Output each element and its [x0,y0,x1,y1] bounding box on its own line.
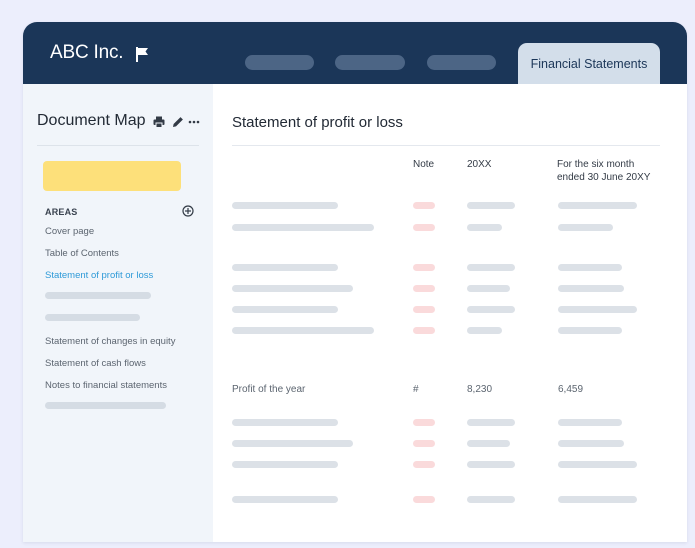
sidebar-item-table-of-contents[interactable]: Table of Contents [45,248,119,259]
profit-row-note: # [413,384,419,395]
row-label-placeholder [232,202,338,209]
row-prior-placeholder [558,264,622,271]
sidebar-item-placeholder[interactable] [45,402,166,409]
row-note-placeholder [413,306,435,313]
print-icon[interactable] [153,116,165,128]
profit-row-label: Profit of the year [232,384,306,395]
row-prior-placeholder [558,202,637,209]
row-current-placeholder [467,224,502,231]
title-divider [232,145,660,146]
row-label-placeholder [232,496,338,503]
column-header-prior-line2: ended 30 June 20XY [557,171,651,183]
sidebar-item-placeholder[interactable] [45,292,151,299]
row-current-placeholder [467,496,515,503]
row-current-placeholder [467,264,515,271]
row-prior-placeholder [558,496,637,503]
tab-placeholder-1[interactable] [245,55,314,70]
pencil-icon[interactable] [172,116,184,128]
row-label-placeholder [232,461,338,468]
statement-panel: Statement of profit or loss Note 20XX Fo… [213,84,687,542]
row-prior-placeholder [558,419,622,426]
row-note-placeholder [413,461,435,468]
row-note-placeholder [413,202,435,209]
row-prior-placeholder [558,306,637,313]
row-prior-placeholder [558,327,622,334]
document-map-sidebar: Document Map AREAS Cover page Table of C… [23,84,213,542]
row-prior-placeholder [558,224,613,231]
row-note-placeholder [413,440,435,447]
areas-heading: AREAS [45,207,78,217]
row-note-placeholder [413,224,435,231]
profit-row-current: 8,230 [467,384,493,395]
row-current-placeholder [467,327,502,334]
row-current-placeholder [467,202,515,209]
row-label-placeholder [232,440,353,447]
row-label-placeholder [232,327,374,334]
tab-placeholder-3[interactable] [427,55,496,70]
plus-circle-icon[interactable] [182,205,194,217]
row-prior-placeholder [558,440,624,447]
row-label-placeholder [232,285,353,292]
row-current-placeholder [467,285,510,292]
more-icon[interactable] [188,116,200,128]
profit-row-prior: 6,459 [558,384,584,395]
sidebar-item-changes-in-equity[interactable]: Statement of changes in equity [45,336,175,347]
column-header-prior-line1: For the six month [557,159,635,170]
row-current-placeholder [467,440,510,447]
sidebar-item-placeholder[interactable] [45,314,140,321]
row-note-placeholder [413,496,435,503]
row-label-placeholder [232,306,338,313]
column-header-note: Note [413,159,435,170]
app-header: ABC Inc. Financial Statements [23,22,687,84]
row-prior-placeholder [558,285,624,292]
sidebar-divider [37,145,199,146]
row-current-placeholder [467,419,515,426]
document-map-title: Document Map [37,112,146,129]
row-current-placeholder [467,306,515,313]
document-map-search[interactable] [43,161,181,191]
page-title: Statement of profit or loss [232,114,403,131]
row-label-placeholder [232,264,338,271]
sidebar-item-profit-or-loss[interactable]: Statement of profit or loss [45,270,153,281]
row-current-placeholder [467,461,515,468]
row-note-placeholder [413,285,435,292]
sidebar-item-cash-flows[interactable]: Statement of cash flows [45,358,146,369]
tab-financial-statements[interactable]: Financial Statements [518,43,660,84]
column-header-prior: For the six month ended 30 June 20XY [557,159,650,184]
row-prior-placeholder [558,461,637,468]
sidebar-item-cover-page[interactable]: Cover page [45,226,94,237]
app-window: ABC Inc. Financial Statements Document M… [23,22,687,542]
flag-icon[interactable] [135,47,149,62]
row-label-placeholder [232,419,338,426]
brand-name: ABC Inc. [50,42,124,63]
row-note-placeholder [413,264,435,271]
row-label-placeholder [232,224,374,231]
row-note-placeholder [413,419,435,426]
row-note-placeholder [413,327,435,334]
tab-placeholder-2[interactable] [335,55,405,70]
sidebar-item-notes[interactable]: Notes to financial statements [45,380,167,391]
column-header-current: 20XX [467,159,492,170]
